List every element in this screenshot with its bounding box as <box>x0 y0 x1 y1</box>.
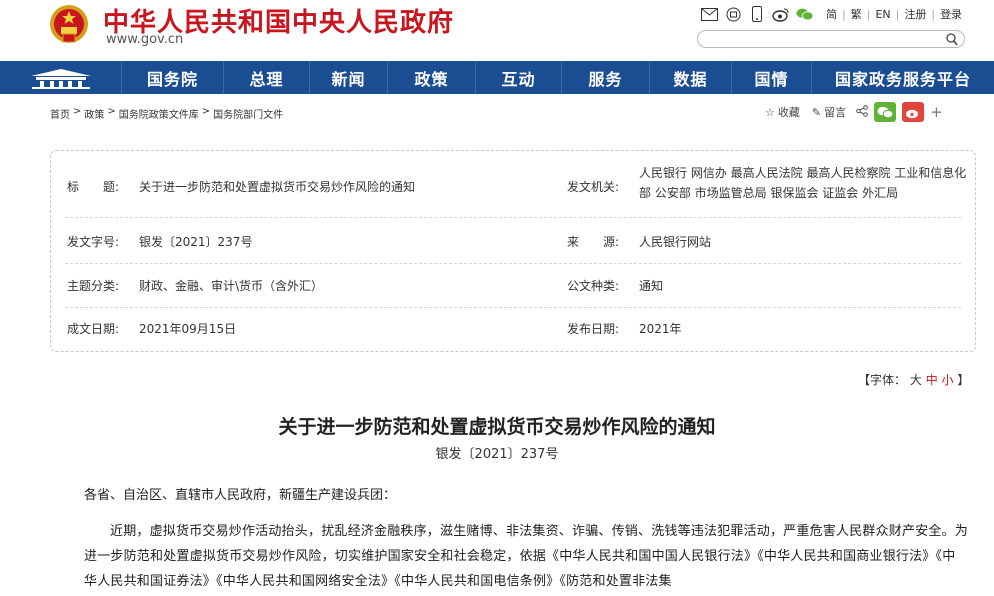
star-icon: ☆ <box>765 105 775 119</box>
collect-button[interactable]: ☆ 收藏 <box>765 104 800 120</box>
search-icon[interactable] <box>946 32 958 51</box>
date-value: 2021年09月15日 <box>139 322 237 336</box>
nav-item-services[interactable]: 服务 <box>562 61 650 94</box>
divider <box>65 307 961 308</box>
date-label: 成文日期: <box>67 322 120 336</box>
document-title: 关于进一步防范和处置虚拟货币交易炒作风险的通知 <box>278 416 716 438</box>
weibo-icon[interactable] <box>772 6 790 22</box>
nav-item-data[interactable]: 数据 <box>650 61 732 94</box>
document-addressee: 各省、自治区、直辖市人民政府，新疆生产建设兵团： <box>84 488 397 503</box>
national-emblem-icon[interactable] <box>48 3 90 47</box>
top-links: 简 | 繁 | EN | 注册 | 登录 <box>826 6 963 22</box>
breadcrumb-department-docs[interactable]: 国务院部门文件 <box>213 106 283 121</box>
nav-item-national-info[interactable]: 国情 <box>732 61 812 94</box>
login-link[interactable]: 登录 <box>940 6 962 22</box>
issuer-value: 人民银行 网信办 最高人民法院 最高人民检察院 工业和信息化部 公安部 市场监管… <box>639 166 967 200</box>
weibo-share-icon[interactable] <box>902 102 925 122</box>
document-body: 近期，虚拟货币交易炒作活动抬头，扰乱经济金融秩序，滋生赌博、非法集资、诈骗、传销… <box>84 524 969 589</box>
breadcrumb-policy-library[interactable]: 国务院政策文件库 <box>119 106 199 121</box>
plus-icon[interactable]: + <box>930 103 943 121</box>
nav-home-icon[interactable] <box>0 61 122 94</box>
type-value: 通知 <box>639 279 664 293</box>
simplified-link[interactable]: 简 <box>826 6 837 22</box>
font-size-switcher: 【字体： 大 中 小 】 <box>858 371 969 388</box>
pub-label: 发布日期: <box>567 322 620 336</box>
collect-label: 收藏 <box>777 106 800 119</box>
mobile-icon[interactable] <box>748 6 766 22</box>
breadcrumb-home[interactable]: 首页 <box>50 106 70 121</box>
comment-label: 留言 <box>824 106 847 119</box>
font-large-button[interactable]: 大 <box>910 373 922 387</box>
search-input[interactable] <box>697 30 965 48</box>
english-link[interactable]: EN <box>875 8 890 21</box>
source-label: 来 源: <box>567 235 620 249</box>
source-value: 人民银行网站 <box>639 235 712 249</box>
topic-label: 主题分类: <box>67 279 120 293</box>
divider <box>65 217 961 218</box>
share-toolbar: ☆ 收藏 ✎ 留言 + <box>765 102 943 122</box>
document-number: 银发〔2021〕237号 <box>435 447 559 462</box>
docno-label: 发文字号: <box>67 235 120 249</box>
pencil-icon: ✎ <box>811 105 822 119</box>
issuer-label: 发文机关: <box>567 180 620 194</box>
title-label: 标 题: <box>67 180 120 194</box>
wechat-icon[interactable] <box>796 6 814 22</box>
site-url[interactable]: www.gov.cn <box>106 32 183 47</box>
register-link[interactable]: 注册 <box>904 6 926 22</box>
type-label: 公文种类: <box>567 279 620 293</box>
site-header: 中华人民共和国中央人民政府 www.gov.cn 简 | 繁 | EN | 注册 | 登… <box>0 0 994 60</box>
font-size-suffix: 】 <box>957 373 970 387</box>
breadcrumb-policy[interactable]: 政策 <box>84 106 104 121</box>
accessibility-icon[interactable] <box>724 6 742 22</box>
share-icon[interactable] <box>856 104 868 120</box>
comment-button[interactable]: ✎ 留言 <box>812 104 846 120</box>
nav-item-news[interactable]: 新闻 <box>310 61 388 94</box>
nav-item-gov-service-platform[interactable]: 国家政务服务平台 <box>812 61 994 94</box>
title-value: 关于进一步防范和处置虚拟货币交易炒作风险的通知 <box>139 180 416 194</box>
nav-item-policy[interactable]: 政策 <box>388 61 476 94</box>
font-size-prefix: 【字体： <box>858 373 907 387</box>
pub-value: 2021年 <box>639 322 682 336</box>
traditional-link[interactable]: 繁 <box>851 6 862 22</box>
wechat-share-icon[interactable] <box>874 102 897 122</box>
divider <box>65 263 961 264</box>
nav-item-interaction[interactable]: 互动 <box>476 61 562 94</box>
nav-item-premier[interactable]: 总理 <box>224 61 310 94</box>
nav-item-state-council[interactable]: 国务院 <box>122 61 224 94</box>
topic-value: 财政、金融、审计\货币（含外汇） <box>139 279 324 293</box>
docno-value: 银发〔2021〕237号 <box>139 235 253 249</box>
font-small-button[interactable]: 小 <box>942 373 954 387</box>
top-toolbar: 简 | 繁 | EN | 注册 | 登录 <box>700 4 962 24</box>
document-info-table: 标 题: 关于进一步防范和处置虚拟货币交易炒作风险的通知 发文机关: 人民银行 … <box>50 150 976 352</box>
main-nav: 国务院 总理 新闻 政策 互动 服务 数据 国情 国家政务服务平台 <box>0 61 994 94</box>
breadcrumb: 首页 > 政策 > 国务院政策文件库 > 国务院部门文件 <box>50 106 284 121</box>
font-medium-button[interactable]: 中 <box>926 373 938 387</box>
mail-icon[interactable] <box>700 6 718 22</box>
